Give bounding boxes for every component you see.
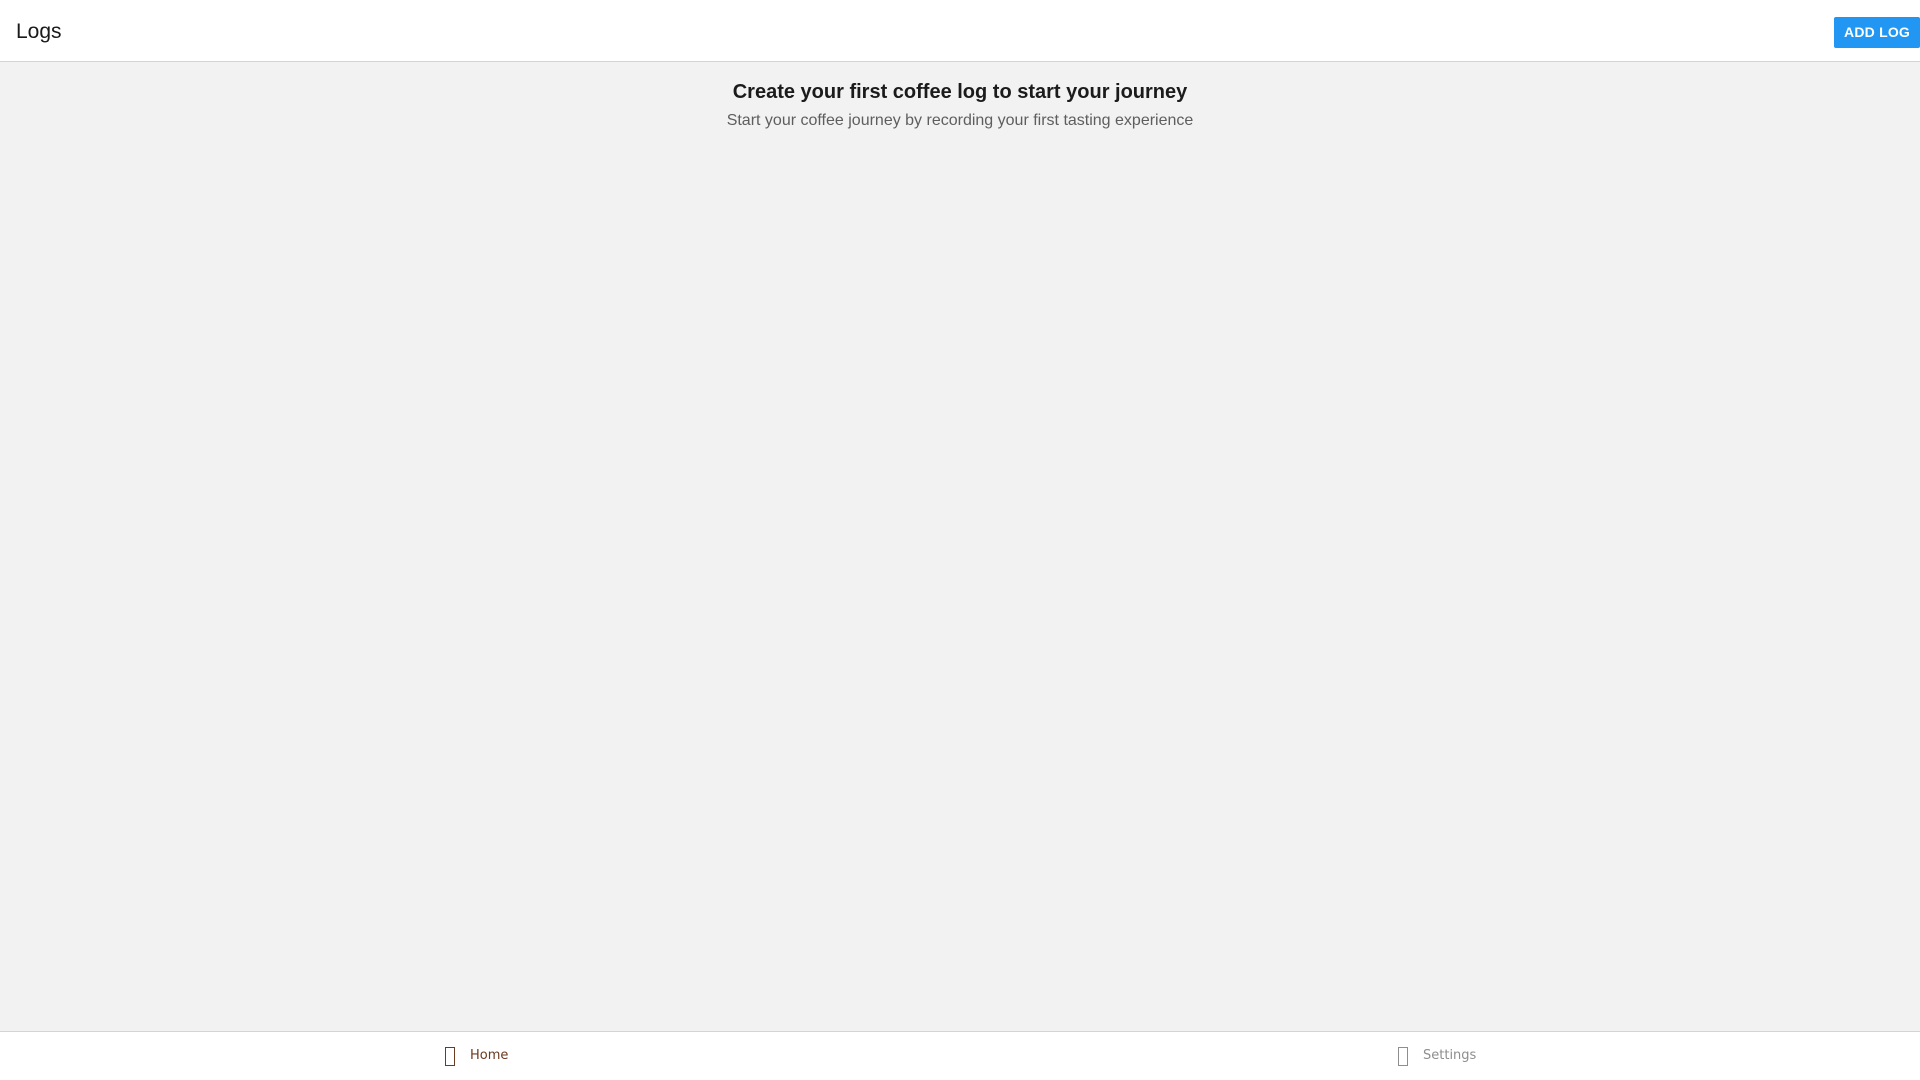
nav-item-label: Settings [1423,1048,1477,1063]
nav-item-home[interactable]: Home [445,1043,508,1069]
add-log-button[interactable]: ADD LOG [1834,17,1920,48]
app-root: Logs ADD LOG Create your first coffee lo… [0,0,1920,1080]
top-app-bar: Logs ADD LOG [0,0,1920,62]
empty-state-subtitle: Start your coffee journey by recording y… [726,112,1194,129]
home-icon [445,1046,455,1066]
bottom-navigation: Home Settings [0,1031,1920,1080]
empty-state-title: Create your first coffee log to start yo… [732,81,1188,103]
nav-item-settings[interactable]: Settings [1398,1043,1476,1069]
page-title: Logs [16,20,62,43]
nav-item-label: Home [470,1048,509,1063]
empty-state: Create your first coffee log to start yo… [0,78,1920,132]
settings-icon [1398,1046,1408,1066]
